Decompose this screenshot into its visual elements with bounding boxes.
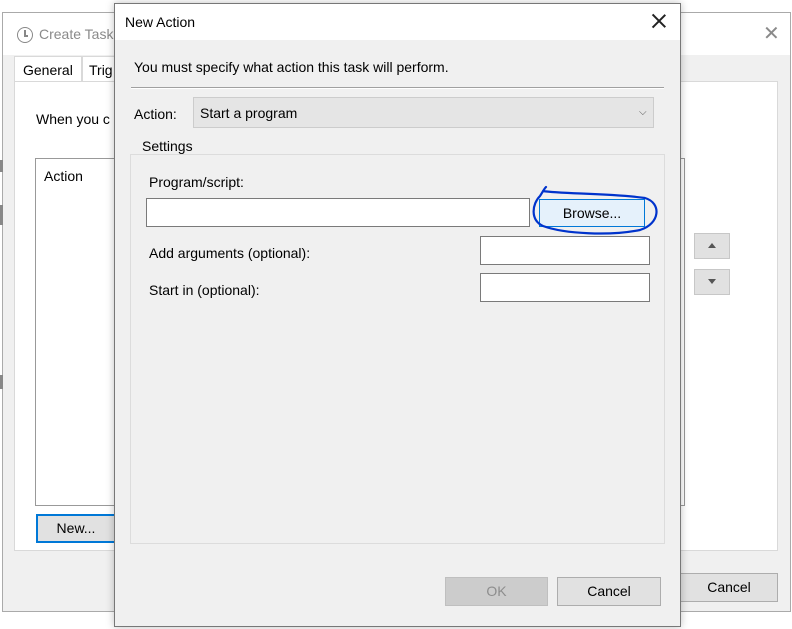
program-script-label: Program/script:: [149, 174, 244, 190]
browse-button[interactable]: Browse...: [539, 199, 645, 227]
arguments-label: Add arguments (optional):: [149, 245, 311, 261]
create-task-cancel-button[interactable]: Cancel: [680, 573, 778, 602]
ok-button[interactable]: OK: [445, 577, 548, 606]
action-dropdown[interactable]: Start a program ⌵: [193, 97, 654, 128]
dialog-titlebar: New Action: [115, 4, 680, 40]
move-down-button[interactable]: [694, 269, 730, 295]
instruction-text: You must specify what action this task w…: [134, 59, 449, 75]
action-column-header: Action: [44, 168, 83, 184]
action-dropdown-value: Start a program: [200, 105, 298, 121]
arrow-down-icon: [708, 279, 716, 284]
cancel-button[interactable]: Cancel: [557, 577, 661, 606]
chevron-down-icon: ⌵: [639, 107, 647, 118]
dialog-title: New Action: [125, 14, 196, 30]
move-up-button[interactable]: [694, 233, 730, 259]
tab-general[interactable]: General: [14, 56, 82, 82]
close-icon[interactable]: [650, 12, 668, 30]
window-edge: [0, 375, 3, 389]
close-icon[interactable]: ✕: [763, 24, 780, 44]
arrow-up-icon: [708, 243, 716, 248]
start-in-input[interactable]: [480, 273, 650, 302]
program-script-input[interactable]: [146, 198, 530, 227]
action-label: Action:: [134, 106, 177, 122]
when-text: When you c: [36, 111, 110, 127]
new-action-dialog: New Action You must specify what action …: [114, 3, 681, 627]
clock-icon: [17, 27, 33, 43]
window-edge: [0, 205, 3, 225]
start-in-label: Start in (optional):: [149, 282, 260, 298]
settings-label: Settings: [136, 138, 199, 154]
separator: [131, 87, 664, 89]
arguments-input[interactable]: [480, 236, 650, 265]
new-action-button[interactable]: New...: [36, 514, 116, 543]
create-task-title: Create Task: [39, 26, 114, 42]
window-edge: [0, 160, 3, 172]
